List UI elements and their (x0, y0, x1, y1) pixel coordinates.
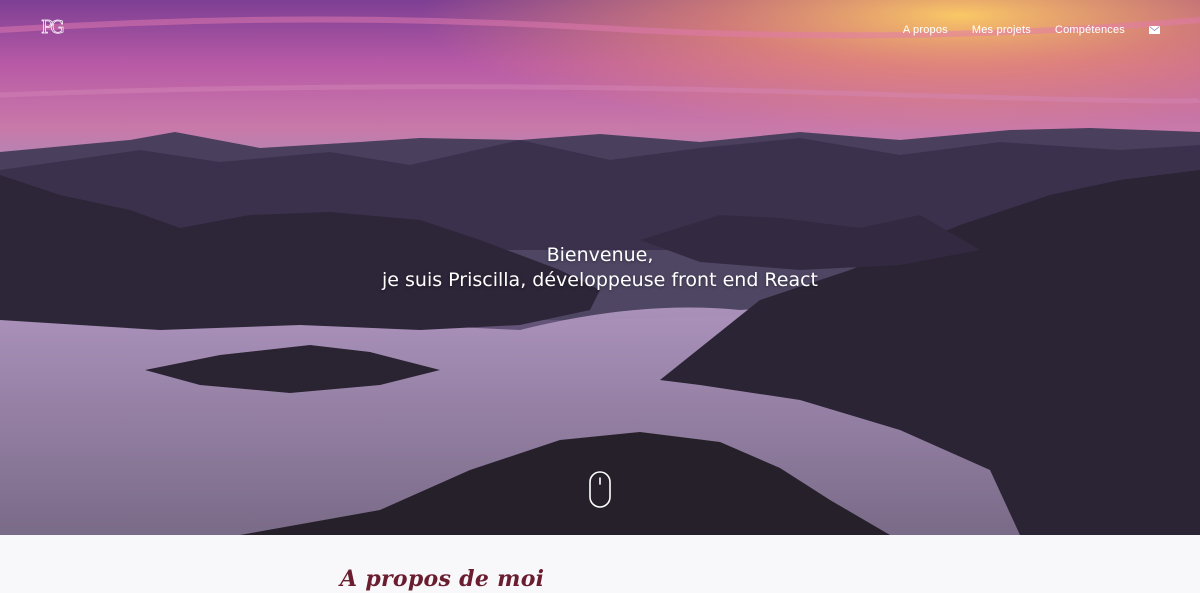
nav-link-mes-projets[interactable]: Mes projets (972, 24, 1031, 36)
about-section-title: A propos de moi (340, 566, 545, 592)
hero-greeting: Bienvenue, (546, 244, 654, 266)
hero-section: PG A propos Mes projets Compétences Bien… (0, 0, 1200, 535)
hero-heading: Bienvenue, je suis Priscilla, développeu… (0, 243, 1200, 293)
logo-icon[interactable]: PG (40, 13, 66, 39)
nav-link-competences[interactable]: Compétences (1055, 24, 1125, 36)
mouse-scroll-icon[interactable] (589, 471, 611, 508)
nav-link-a-propos[interactable]: A propos (903, 24, 948, 36)
main-navigation: A propos Mes projets Compétences (903, 24, 1160, 36)
nav-link-contact[interactable] (1149, 26, 1160, 34)
mail-icon (1149, 26, 1160, 34)
hero-tagline: je suis Priscilla, développeuse front en… (382, 269, 818, 291)
svg-text:PG: PG (41, 17, 63, 38)
